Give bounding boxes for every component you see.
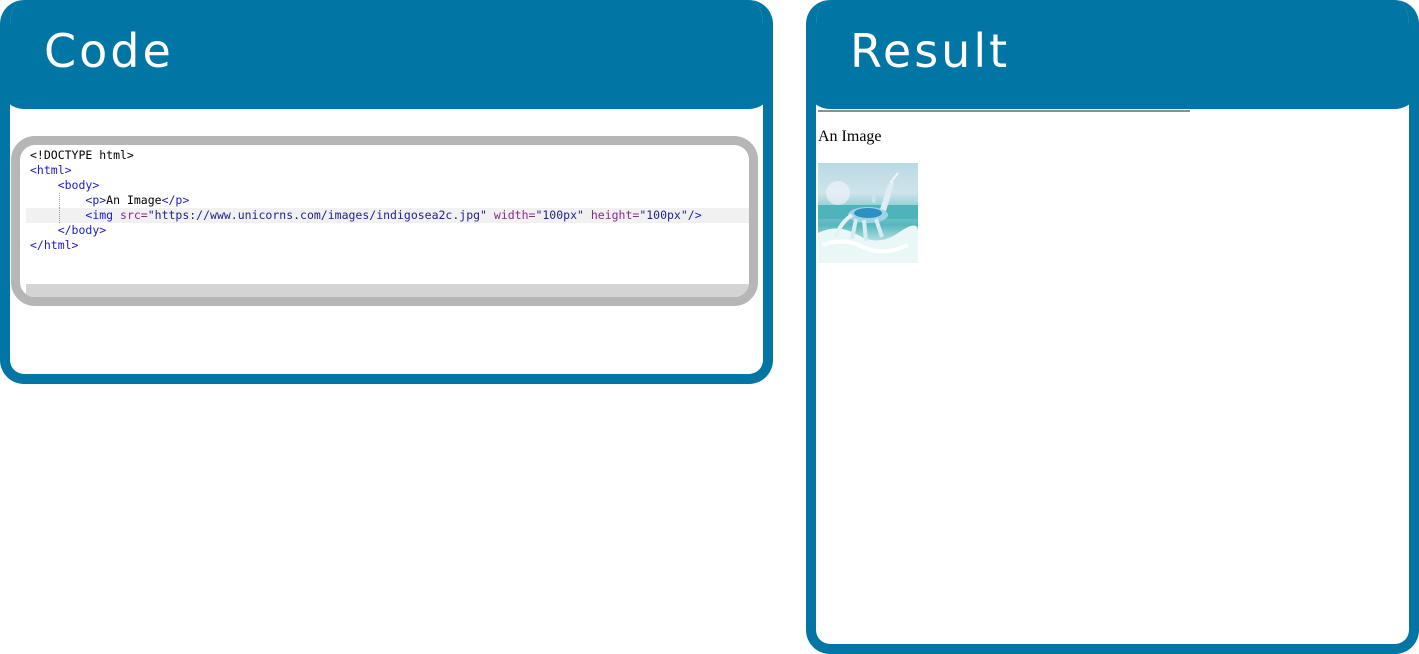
result-divider	[818, 110, 1190, 112]
indent-guide	[59, 193, 60, 208]
code-lines: <!DOCTYPE html> <html> <body> <p>An Image…	[26, 148, 749, 253]
code-editor-content[interactable]: <!DOCTYPE html> <html> <body> <p>An Image…	[26, 148, 749, 297]
code-panel-title: Code	[44, 24, 174, 78]
code-line[interactable]: <img src="https://www.unicorns.com/image…	[26, 208, 749, 223]
indent-guide	[59, 208, 60, 223]
code-token: </html>	[30, 238, 79, 252]
code-token: <!DOCTYPE html>	[30, 148, 134, 162]
unicorn-image	[818, 163, 918, 263]
code-panel-header: Code	[10, 0, 763, 109]
code-token: </p>	[161, 193, 190, 207]
code-token: An Image	[106, 193, 162, 207]
code-token: <p>	[85, 193, 107, 207]
code-token: </body>	[57, 223, 107, 237]
code-line[interactable]: <body>	[26, 178, 749, 193]
code-token: />	[687, 208, 702, 222]
code-token: height=	[583, 208, 640, 222]
code-panel: Code <!DOCTYPE html> <html> <body> <p>An …	[0, 0, 773, 384]
code-token: src=	[120, 208, 148, 222]
code-token: "100px"	[535, 208, 584, 222]
code-token: "100px"	[639, 208, 688, 222]
code-token: <html>	[30, 163, 72, 177]
code-token: "https://www.unicorns.com/images/indigos…	[147, 208, 487, 222]
result-panel-header: Result	[816, 0, 1409, 109]
result-panel-title: Result	[850, 24, 1011, 78]
code-token: <body>	[57, 178, 100, 192]
code-line[interactable]: </html>	[26, 238, 749, 253]
result-panel: Result An Image	[806, 0, 1419, 654]
code-token: <img	[85, 208, 121, 222]
code-editor[interactable]: <!DOCTYPE html> <html> <body> <p>An Image…	[11, 136, 758, 306]
code-line[interactable]: <p>An Image</p>	[26, 193, 749, 208]
result-paragraph: An Image	[818, 128, 882, 145]
code-line[interactable]: <html>	[26, 163, 749, 178]
code-line[interactable]: </body>	[26, 223, 749, 238]
code-line[interactable]: <!DOCTYPE html>	[26, 148, 749, 163]
code-token: width=	[486, 208, 536, 222]
unicorn-illustration	[818, 172, 918, 263]
horizontal-scrollbar[interactable]	[26, 284, 749, 297]
